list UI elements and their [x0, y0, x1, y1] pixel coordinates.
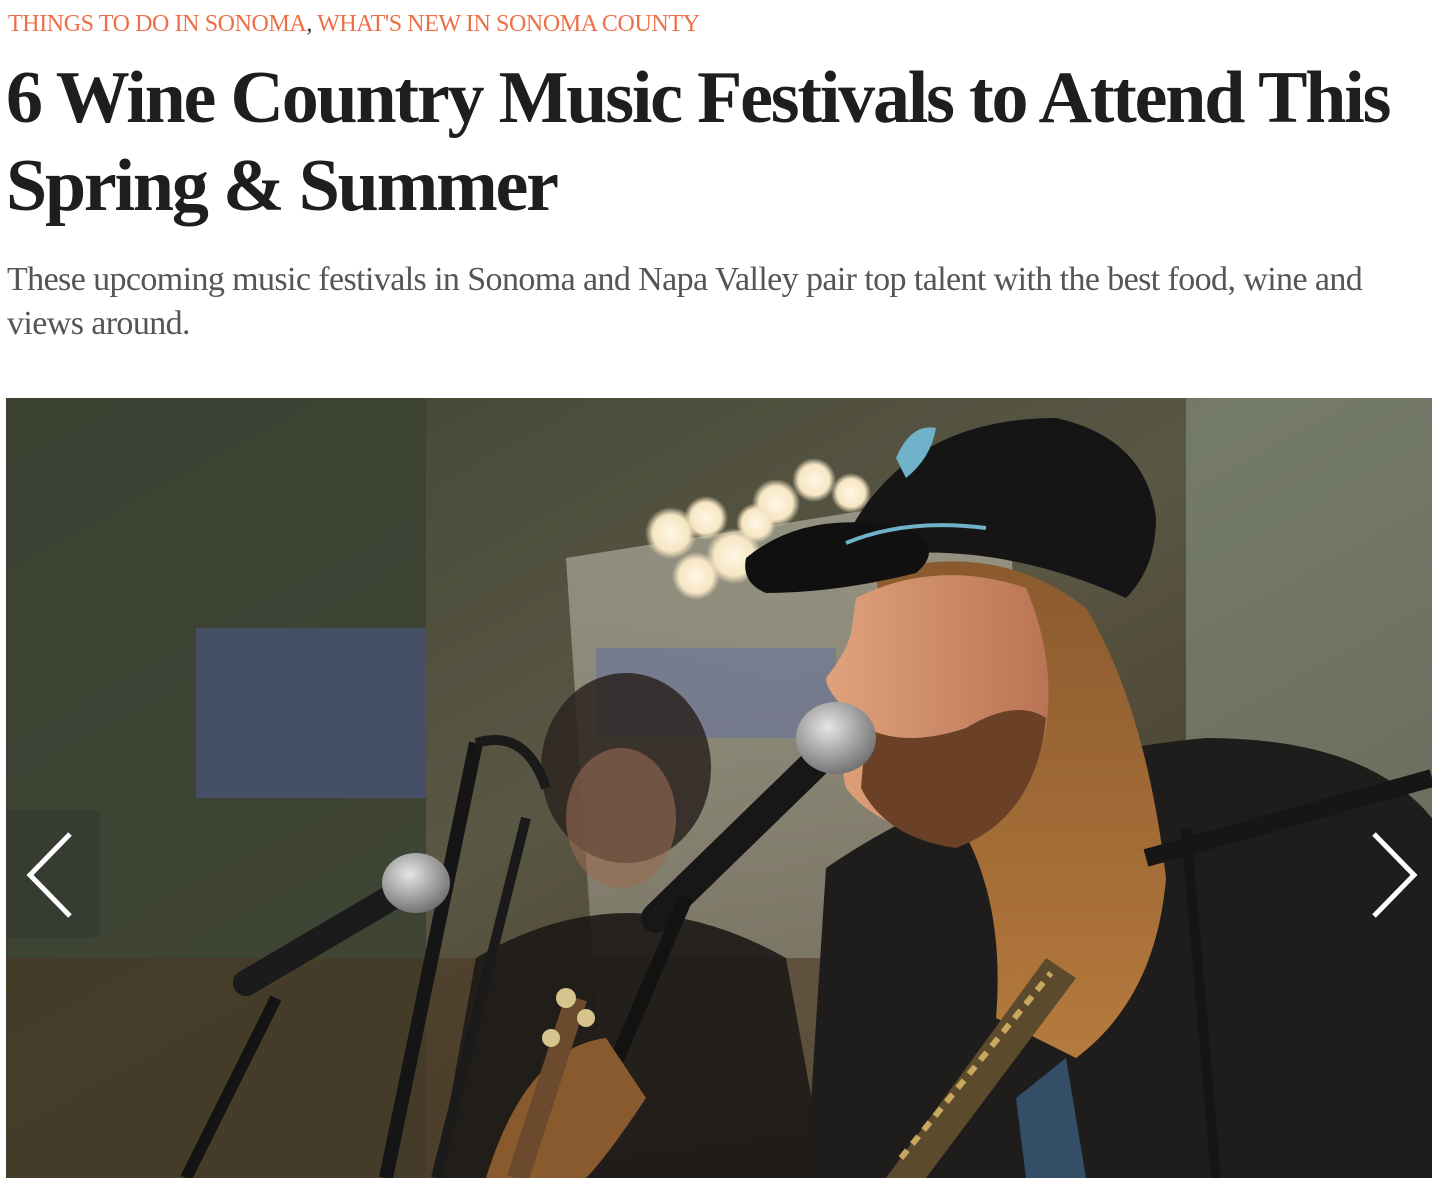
category-links: THINGS TO DO IN SONOMA, WHAT'S NEW IN SO…: [8, 8, 700, 40]
category-link-whats-new[interactable]: WHAT'S NEW IN SONOMA COUNTY: [317, 11, 700, 37]
category-link-things-to-do[interactable]: THINGS TO DO IN SONOMA: [8, 11, 307, 37]
slider-image: [6, 398, 1432, 1178]
photo-slider[interactable]: [6, 398, 1432, 1178]
chevron-right-icon: [1372, 832, 1418, 918]
slider-prev-button[interactable]: [6, 810, 100, 938]
category-separator: ,: [306, 11, 312, 37]
chevron-left-icon: [26, 832, 72, 918]
slider-next-button[interactable]: [1338, 810, 1432, 938]
article-subtitle: These upcoming music festivals in Sonoma…: [7, 261, 1363, 342]
article-title: 6 Wine Country Music Festivals to Attend…: [6, 57, 1391, 227]
